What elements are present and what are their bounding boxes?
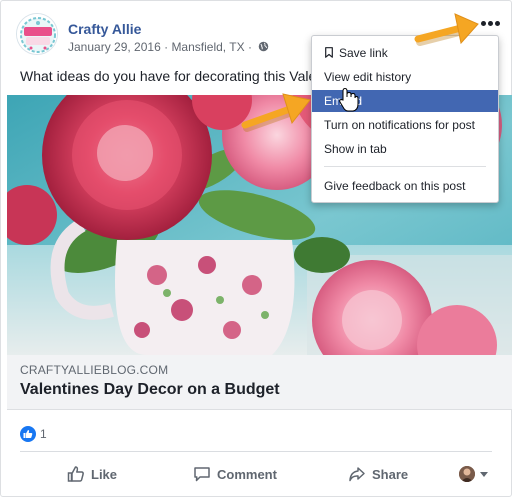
menu-item-view-edit-history[interactable]: View edit history — [312, 66, 498, 88]
globe-icon[interactable] — [258, 41, 269, 52]
menu-item-save-link[interactable]: Save link — [312, 42, 498, 64]
meta-separator: · — [164, 40, 169, 54]
comment-icon — [194, 467, 210, 482]
actions-divider — [20, 451, 492, 452]
menu-item-give-feedback[interactable]: Give feedback on this post — [312, 175, 498, 197]
crafty-allie-logo — [17, 14, 57, 54]
post-options-menu: Save link View edit history Embed Turn o… — [311, 35, 499, 203]
more-dots-icon — [481, 21, 486, 26]
link-preview-caption[interactable]: CRAFTYALLIEBLOG.COM Valentines Day Decor… — [7, 355, 512, 410]
thumbs-up-icon — [67, 466, 84, 482]
link-title[interactable]: Valentines Day Decor on a Budget — [20, 381, 280, 399]
share-label: Share — [372, 466, 409, 482]
like-label: Like — [91, 466, 118, 482]
more-dot-2 — [488, 21, 493, 26]
reactions-summary[interactable]: 1 — [20, 426, 47, 442]
like-button[interactable]: Like — [67, 463, 117, 485]
author-avatar[interactable] — [16, 13, 58, 55]
user-photo-icon — [459, 466, 475, 482]
menu-item-embed[interactable]: Embed — [312, 90, 498, 112]
thumbs-up-small-icon — [23, 430, 33, 438]
post-as-selector[interactable] — [459, 464, 489, 484]
comment-button[interactable]: Comment — [193, 463, 277, 485]
menu-item-show-in-tab[interactable]: Show in tab — [312, 138, 498, 160]
reaction-count[interactable]: 1 — [40, 427, 47, 441]
post-text: What ideas do you have for decorating th… — [20, 68, 315, 84]
author-name[interactable]: Crafty Allie — [68, 21, 141, 37]
chevron-down-icon — [480, 471, 488, 477]
comment-label: Comment — [217, 466, 277, 482]
post-location[interactable]: Mansfield, TX — [171, 40, 244, 54]
more-options-button[interactable] — [480, 17, 502, 31]
post-meta: January 29, 2016 · Mansfield, TX · — [68, 40, 269, 54]
share-icon — [349, 467, 365, 482]
link-domain: CRAFTYALLIEBLOG.COM — [20, 363, 169, 377]
page-avatar — [459, 466, 475, 482]
meta-separator-2: · — [247, 40, 252, 54]
menu-divider — [324, 166, 486, 167]
more-dot-3 — [495, 21, 500, 26]
menu-item-turn-on-notifications[interactable]: Turn on notifications for post — [312, 114, 498, 136]
share-button[interactable]: Share — [348, 463, 408, 485]
like-reaction-icon — [20, 426, 36, 442]
post-date[interactable]: January 29, 2016 — [68, 40, 161, 54]
